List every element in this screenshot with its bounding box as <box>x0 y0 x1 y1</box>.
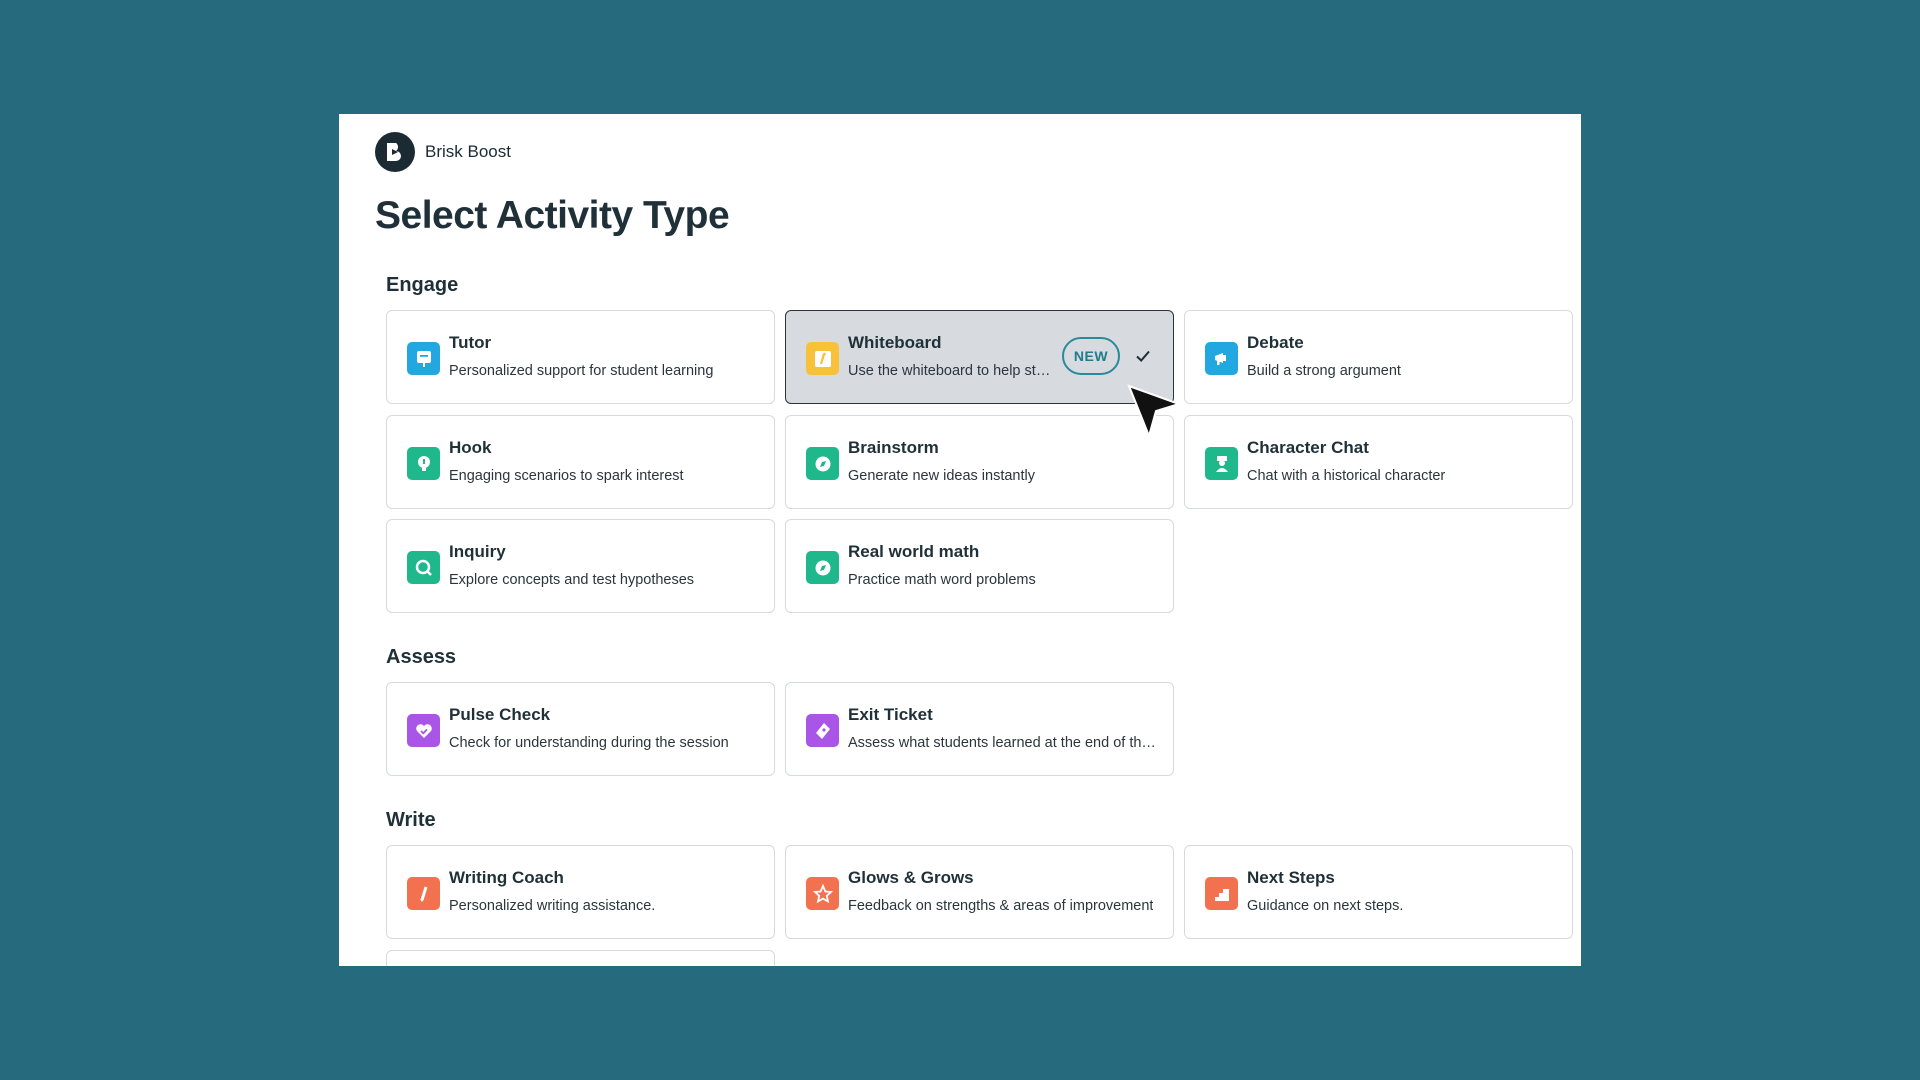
card-description: Practice math word problems <box>848 572 1036 588</box>
card-description: Guidance on next steps. <box>1247 898 1404 914</box>
activity-card-hook[interactable]: Hook Engaging scenarios to spark interes… <box>386 415 775 509</box>
card-description: Explore concepts and test hypotheses <box>449 572 695 588</box>
character-icon <box>1205 447 1238 480</box>
section-heading-engage: Engage <box>386 274 459 296</box>
card-description: Engaging scenarios to spark interest <box>449 468 684 484</box>
activity-card-next-steps[interactable]: Next Steps Guidance on next steps. <box>1184 845 1573 939</box>
card-title: Whiteboard <box>848 333 942 352</box>
card-description: Personalized support for student learnin… <box>449 363 714 379</box>
activity-card-real-world-math[interactable]: Real world math Practice math word probl… <box>785 519 1174 613</box>
section-heading-write: Write <box>386 809 436 831</box>
megaphone-icon <box>1205 342 1238 375</box>
star-icon <box>806 877 839 910</box>
activity-card-inquiry[interactable]: Inquiry Explore concepts and test hypoth… <box>386 519 775 613</box>
card-description: Assess what students learned at the end … <box>848 735 1158 751</box>
chat-board-icon <box>407 342 440 375</box>
card-title: Real world math <box>848 542 980 561</box>
activity-card-whiteboard[interactable]: Whiteboard Use the whiteboard to help st… <box>785 310 1174 404</box>
activity-card-glows-grows[interactable]: Glows & Grows Feedback on strengths & ar… <box>785 845 1174 939</box>
card-description: Check for understanding during the sessi… <box>449 735 729 751</box>
checkmark-icon <box>1134 347 1152 370</box>
card-description: Generate new ideas instantly <box>848 468 1035 484</box>
activity-panel: Brisk Boost Select Activity Type Engage … <box>339 114 1581 966</box>
activity-card-brainstorm[interactable]: Brainstorm Generate new ideas instantly <box>785 415 1174 509</box>
card-description: Use the whiteboard to help students <box>848 363 1053 379</box>
mouse-cursor-icon <box>1125 382 1183 445</box>
compass-icon <box>806 551 839 584</box>
card-title: Brainstorm <box>848 438 939 457</box>
stairs-icon <box>1205 877 1238 910</box>
heart-check-icon <box>407 714 440 747</box>
activity-card-debate[interactable]: Debate Build a strong argument <box>1184 310 1573 404</box>
card-title: Exit Ticket <box>848 705 933 724</box>
ticket-icon <box>806 714 839 747</box>
activity-card-pulse-check[interactable]: Pulse Check Check for understanding duri… <box>386 682 775 776</box>
magnifier-icon <box>407 551 440 584</box>
card-title: Writing Coach <box>449 868 564 887</box>
lightbulb-icon <box>407 447 440 480</box>
card-title: Hook <box>449 438 492 457</box>
card-description: Personalized writing assistance. <box>449 898 656 914</box>
brand-name: Brisk Boost <box>425 142 511 161</box>
card-description: Build a strong argument <box>1247 363 1401 379</box>
new-badge: NEW <box>1062 337 1120 375</box>
card-title: Inquiry <box>449 542 506 561</box>
pen-icon <box>407 877 440 910</box>
card-title: Debate <box>1247 333 1304 352</box>
page-title: Select Activity Type <box>375 194 730 237</box>
card-title: Tutor <box>449 333 492 352</box>
card-title: Pulse Check <box>449 705 551 724</box>
activity-card-character-chat[interactable]: Character Chat Chat with a historical ch… <box>1184 415 1573 509</box>
brisk-logo-icon <box>375 132 415 172</box>
activity-card-partial[interactable] <box>386 950 775 966</box>
activity-card-writing-coach[interactable]: Writing Coach Personalized writing assis… <box>386 845 775 939</box>
card-title: Next Steps <box>1247 868 1335 887</box>
whiteboard-icon <box>806 342 839 375</box>
compass-icon <box>806 447 839 480</box>
card-description: Chat with a historical character <box>1247 468 1446 484</box>
card-description: Feedback on strengths & areas of improve… <box>848 898 1154 914</box>
card-title: Character Chat <box>1247 438 1369 457</box>
card-title: Glows & Grows <box>848 868 974 887</box>
brand-header: Brisk Boost <box>375 132 511 172</box>
activity-card-tutor[interactable]: Tutor Personalized support for student l… <box>386 310 775 404</box>
activity-card-exit-ticket[interactable]: Exit Ticket Assess what students learned… <box>785 682 1174 776</box>
section-heading-assess: Assess <box>386 646 457 668</box>
